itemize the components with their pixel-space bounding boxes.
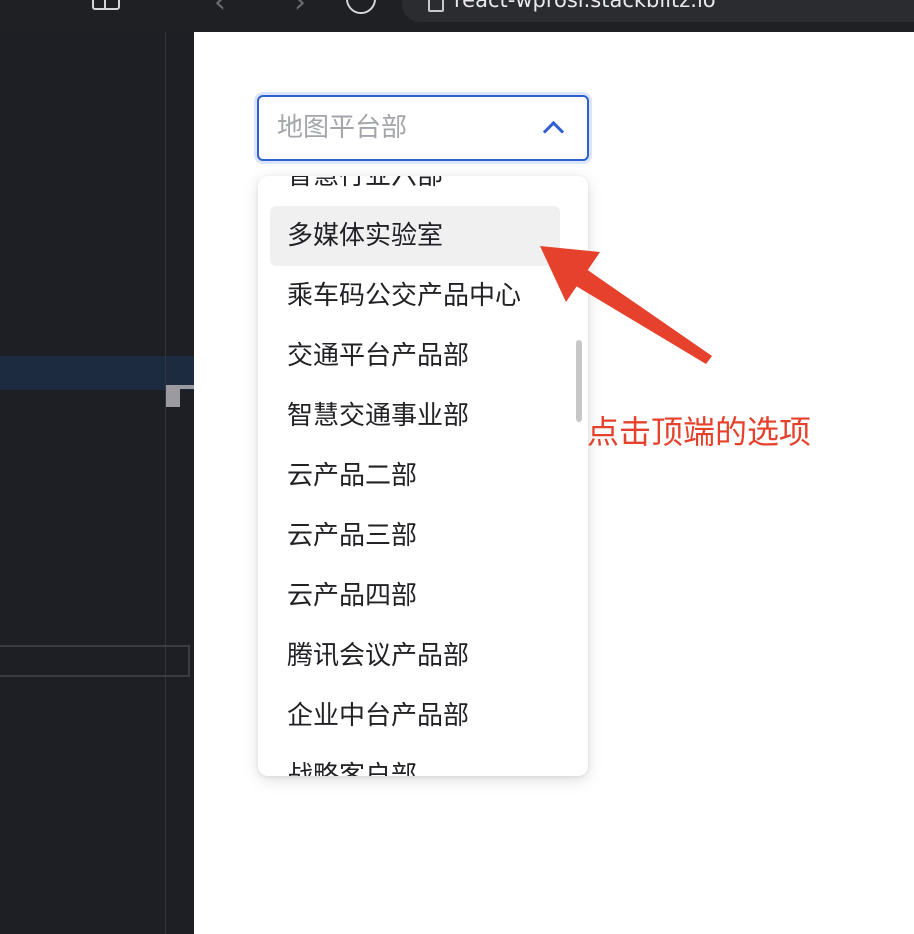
dropdown-scrollbar[interactable] — [576, 340, 582, 422]
option-item[interactable]: 企业中台产品部 — [258, 686, 588, 746]
lock-icon — [428, 0, 444, 12]
option-item[interactable]: 智慧行业六部 — [258, 176, 588, 206]
option-item[interactable]: 战略客户部 — [258, 746, 588, 776]
editor-divider — [165, 32, 166, 934]
option-item-hovered[interactable]: 多媒体实验室 — [258, 206, 588, 266]
browser-toolbar: ‹ › react-wprosi.stackblitz.io — [0, 0, 914, 32]
annotation-text: 点击顶端的选项 — [587, 413, 812, 451]
tabs-icon[interactable] — [30, 0, 40, 6]
option-item[interactable]: 云产品四部 — [258, 566, 588, 626]
address-url: react-wprosi.stackblitz.io — [454, 0, 716, 12]
option-item[interactable]: 腾讯会议产品部 — [258, 626, 588, 686]
option-list: 智慧行业六部 多媒体实验室 乘车码公交产品中心 交通平台产品部 智慧交通事业部 … — [258, 176, 588, 776]
editor-scrollbar[interactable] — [166, 389, 180, 407]
option-item[interactable]: 智慧交通事业部 — [258, 386, 588, 446]
option-item[interactable]: 云产品三部 — [258, 506, 588, 566]
select-dropdown[interactable]: 智慧行业六部 多媒体实验室 乘车码公交产品中心 交通平台产品部 智慧交通事业部 … — [258, 176, 588, 776]
back-icon[interactable]: ‹ — [214, 0, 226, 18]
select-value: 地图平台部 — [277, 113, 408, 143]
option-item[interactable]: 云产品二部 — [258, 446, 588, 506]
editor-panel — [0, 32, 194, 934]
forward-icon[interactable]: › — [294, 0, 306, 18]
reload-icon[interactable] — [346, 0, 376, 14]
editor-input-box[interactable] — [0, 645, 190, 677]
option-item[interactable]: 乘车码公交产品中心 — [258, 266, 588, 326]
department-select[interactable]: 地图平台部 — [257, 95, 589, 161]
option-item[interactable]: 交通平台产品部 — [258, 326, 588, 386]
chevron-up-icon[interactable] — [542, 120, 565, 143]
address-bar[interactable]: react-wprosi.stackblitz.io — [402, 0, 914, 22]
sidebar-icon[interactable] — [92, 0, 120, 10]
